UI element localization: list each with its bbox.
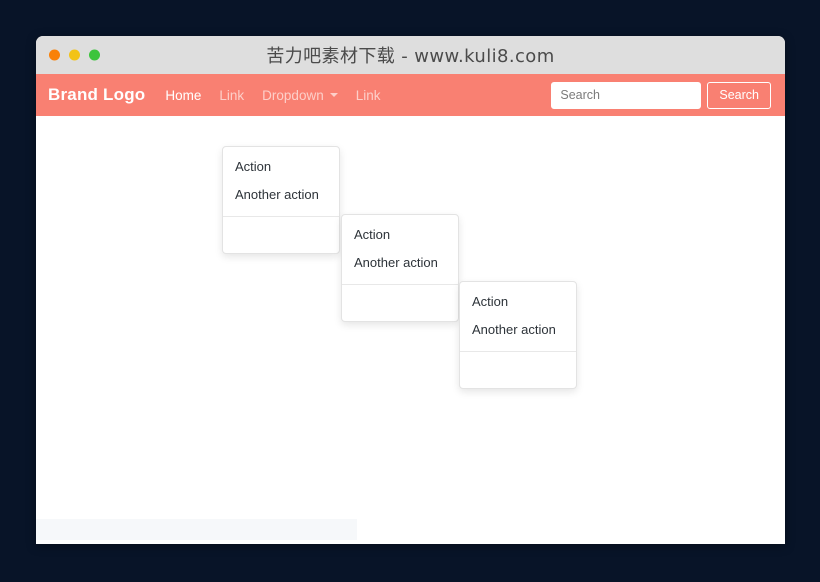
page-content: Action Another action Action Another act… xyxy=(36,116,785,544)
nav-item-link-2[interactable]: Link xyxy=(356,88,381,103)
chevron-down-icon xyxy=(329,93,338,97)
nav-item-label: Dropdown xyxy=(262,87,324,103)
dropdown-menu-2: Action Another action xyxy=(341,214,459,322)
footer-bar xyxy=(36,519,357,540)
nav-item-label: Link xyxy=(219,87,245,103)
search-button[interactable]: Search xyxy=(707,81,771,109)
dropdown-item-another-action[interactable]: Another action xyxy=(460,316,576,344)
dropdown-item-action[interactable]: Action xyxy=(460,288,576,316)
nav-item-dropdown[interactable]: Dropdown xyxy=(262,88,338,103)
window-title: 苦力吧素材下载 - www.kuli8.com xyxy=(266,46,555,67)
search-input[interactable] xyxy=(551,81,702,109)
dropdown-item-action[interactable]: Action xyxy=(342,221,458,249)
nav-item-link-1[interactable]: Link xyxy=(219,88,244,103)
dropdown-menu-1: Action Another action xyxy=(222,146,340,254)
nav-links: Home Link Dropdown Link xyxy=(165,88,380,103)
close-window-icon[interactable] xyxy=(49,49,60,61)
navbar: Brand Logo Home Link Dropdown Link Searc… xyxy=(36,74,785,116)
dropdown-empty-section xyxy=(342,285,458,321)
title-bar: 苦力吧素材下载 - www.kuli8.com xyxy=(36,36,785,74)
dropdown-empty-section xyxy=(223,217,339,253)
browser-window: 苦力吧素材下载 - www.kuli8.com Brand Logo Home … xyxy=(36,36,785,544)
minimize-window-icon[interactable] xyxy=(69,49,80,61)
window-controls xyxy=(49,49,100,61)
dropdown-item-action[interactable]: Action xyxy=(223,153,339,181)
search-area: Search xyxy=(551,81,771,109)
brand-logo[interactable]: Brand Logo xyxy=(48,85,145,105)
nav-item-home[interactable]: Home xyxy=(165,88,201,103)
dropdown-item-another-action[interactable]: Another action xyxy=(342,249,458,277)
maximize-window-icon[interactable] xyxy=(89,49,100,61)
nav-item-label: Home xyxy=(165,87,202,103)
dropdown-empty-section xyxy=(460,352,576,388)
dropdown-item-another-action[interactable]: Another action xyxy=(223,181,339,209)
nav-item-label: Link xyxy=(355,87,381,103)
dropdown-menu-3: Action Another action xyxy=(459,281,577,389)
